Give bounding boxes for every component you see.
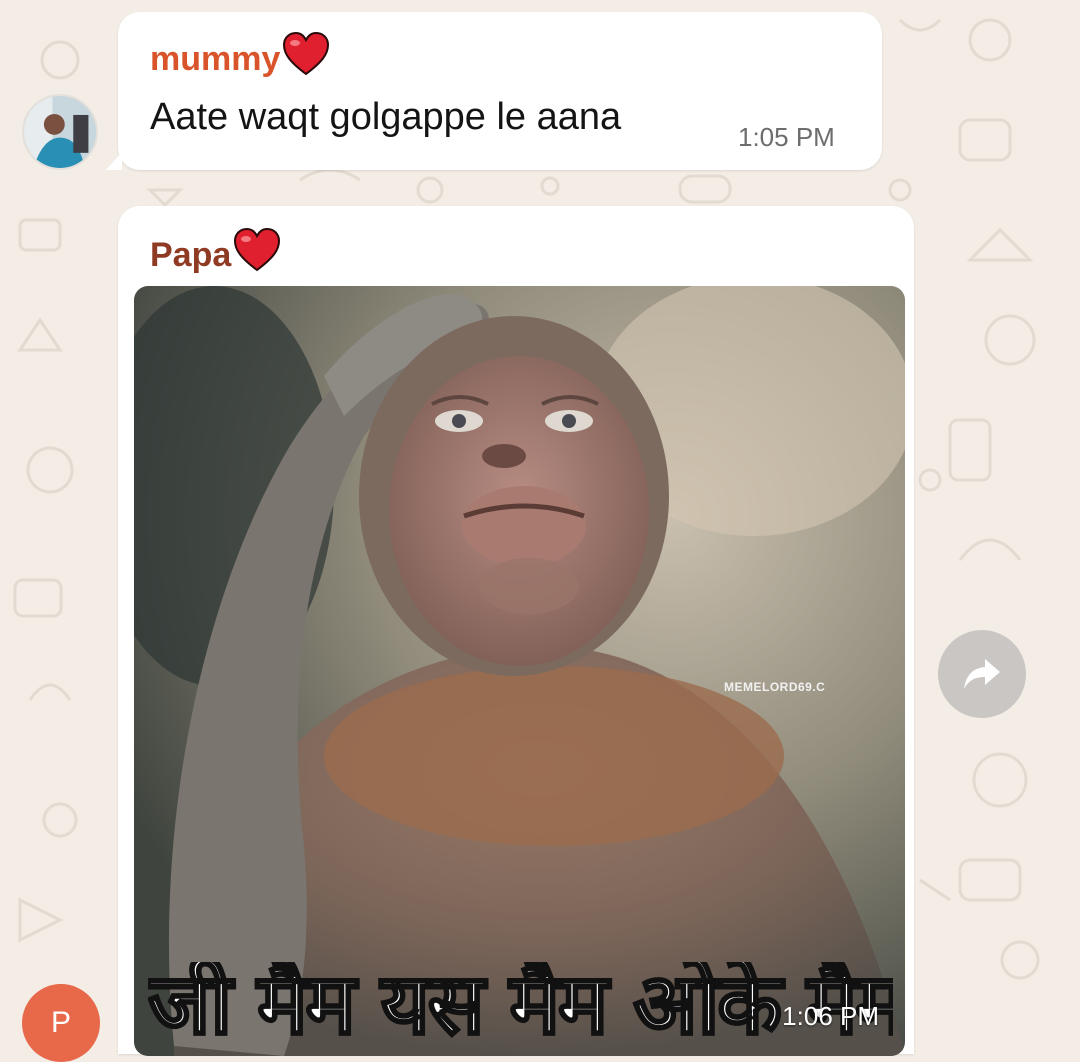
bubble-tail bbox=[106, 152, 122, 170]
meme-image[interactable]: MEMELORD69.C जी मैम यस मैम ओके मैम 1:06 … bbox=[134, 286, 905, 1056]
sender-name-text: Papa bbox=[150, 236, 232, 274]
sender-name-text: mummy bbox=[150, 40, 281, 78]
message-bubble-papa[interactable]: Papa MEMELORD69.C जी मैम यस मैम ओके मैम … bbox=[118, 206, 914, 1056]
forward-arrow-icon bbox=[964, 659, 1000, 689]
avatar-mummy[interactable] bbox=[22, 94, 98, 170]
message-timestamp: 1:06 PM bbox=[782, 1001, 879, 1031]
message-bubble-mummy[interactable]: mummy Aate waqt golgappe le aana 1:05 PM bbox=[106, 12, 882, 170]
avatar-initial: P bbox=[50, 1006, 71, 1039]
sender-name-papa[interactable]: Papa bbox=[150, 228, 281, 275]
forward-button[interactable] bbox=[938, 630, 1026, 718]
image-watermark: MEMELORD69.C bbox=[724, 680, 826, 694]
avatar-papa[interactable]: P bbox=[22, 984, 100, 1062]
message-timestamp: 1:05 PM bbox=[738, 122, 835, 152]
heart-icon bbox=[282, 32, 330, 76]
message-text: Aate waqt golgappe le aana bbox=[150, 96, 622, 138]
heart-icon bbox=[233, 228, 281, 272]
sender-name-mummy[interactable]: mummy bbox=[150, 32, 330, 79]
